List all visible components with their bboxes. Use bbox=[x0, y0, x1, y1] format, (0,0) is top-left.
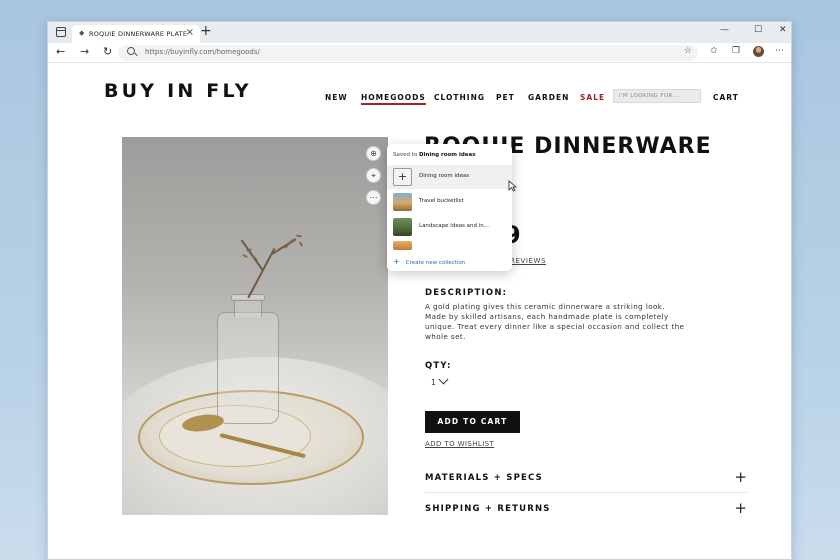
description-text: A gold plating gives this ceramic dinner… bbox=[425, 302, 685, 341]
expand-icon[interactable]: + bbox=[734, 499, 747, 517]
address-bar[interactable]: https://buyinfly.com/homegoods/ ☆ bbox=[118, 45, 698, 61]
back-button[interactable]: ← bbox=[56, 45, 65, 58]
collection-item[interactable]: + Dining room ideas bbox=[387, 165, 512, 189]
leaf bbox=[252, 255, 258, 261]
search-icon bbox=[127, 47, 135, 55]
accordion-materials[interactable]: MATERIALS + SPECS + bbox=[425, 465, 747, 495]
url-text: https://buyinfly.com/homegoods/ bbox=[145, 48, 260, 56]
saved-to-collection: Dining room ideas bbox=[419, 152, 476, 158]
close-tab-icon[interactable]: × bbox=[186, 27, 194, 38]
collection-item[interactable]: Travel bucketlist bbox=[387, 190, 512, 214]
bottle-neck bbox=[234, 299, 262, 317]
mouse-cursor-icon bbox=[508, 180, 517, 192]
collection-label: Landscape ideas and in... bbox=[419, 223, 490, 229]
tab-title: ROQUIE DINNERWARE PLATE bbox=[89, 30, 188, 38]
saved-to-header: Saved to Dining room ideas bbox=[393, 152, 476, 158]
nav-homegoods[interactable]: HOMEGOODS bbox=[361, 93, 426, 105]
refresh-button[interactable]: ↻ bbox=[103, 45, 112, 58]
collections-icon[interactable]: ❐ bbox=[732, 46, 740, 56]
collection-thumbnail bbox=[393, 241, 412, 250]
site-logo[interactable]: BUY IN FLY bbox=[104, 80, 252, 102]
divider bbox=[425, 492, 747, 493]
accordion-label: MATERIALS + SPECS bbox=[425, 473, 543, 483]
add-to-cart-button[interactable]: ADD TO CART bbox=[425, 411, 520, 433]
nav-sale[interactable]: SALE bbox=[580, 93, 605, 102]
browser-window: ◆ ROQUIE DINNERWARE PLATE × + — ☐ ✕ ← → … bbox=[47, 21, 792, 560]
add-icon: + bbox=[393, 168, 412, 186]
collection-label: Travel bucketlist bbox=[419, 198, 464, 204]
nav-pet[interactable]: PET bbox=[496, 93, 515, 102]
minimize-button[interactable]: — bbox=[720, 25, 729, 35]
site-search-placeholder: I'M LOOKING FOR... bbox=[619, 93, 680, 99]
create-collection-button[interactable]: + Create new collection bbox=[393, 257, 465, 266]
description-heading: DESCRIPTION: bbox=[425, 288, 508, 298]
plus-icon: + bbox=[393, 257, 400, 266]
leaf bbox=[298, 240, 304, 248]
leaf bbox=[295, 234, 303, 238]
create-collection-label: Create new collection bbox=[405, 260, 466, 266]
collections-popup: Saved to Dining room ideas + Dining room… bbox=[387, 144, 512, 271]
collection-label: Dining room ideas bbox=[419, 173, 470, 179]
qty-heading: QTY: bbox=[425, 361, 452, 371]
nav-new[interactable]: NEW bbox=[325, 93, 348, 102]
save-to-collection-icon[interactable]: ⊕ bbox=[366, 146, 381, 161]
nav-garden[interactable]: GARDEN bbox=[528, 93, 569, 102]
browser-tab[interactable]: ◆ ROQUIE DINNERWARE PLATE × bbox=[72, 25, 200, 43]
profile-avatar[interactable] bbox=[753, 46, 764, 57]
favorites-icon[interactable]: ✩ bbox=[710, 46, 718, 56]
tab-actions-icon[interactable] bbox=[56, 27, 66, 37]
chevron-down-icon[interactable] bbox=[438, 374, 449, 385]
new-tab-button[interactable]: + bbox=[200, 23, 212, 39]
nav-clothing[interactable]: CLOTHING bbox=[434, 93, 485, 102]
glass-bottle bbox=[217, 312, 279, 424]
reviews-link[interactable]: REVIEWS bbox=[510, 257, 546, 265]
expand-icon[interactable]: + bbox=[734, 468, 747, 486]
nav-cart[interactable]: CART bbox=[713, 93, 739, 102]
accordion-label: SHIPPING + RETURNS bbox=[425, 504, 551, 514]
browser-toolbar: ← → ↻ https://buyinfly.com/homegoods/ ☆ … bbox=[48, 43, 791, 63]
qty-select[interactable]: 1 bbox=[431, 378, 436, 387]
site-search-input[interactable]: I'M LOOKING FOR... bbox=[613, 89, 701, 103]
leaf bbox=[241, 253, 249, 259]
add-to-wishlist-link[interactable]: ADD TO WISHLIST bbox=[425, 440, 494, 448]
collection-thumbnail bbox=[393, 218, 412, 236]
accordion-shipping[interactable]: SHIPPING + RETURNS + bbox=[425, 496, 747, 526]
favicon-icon: ◆ bbox=[79, 29, 85, 37]
add-favorite-icon[interactable]: ☆ bbox=[684, 46, 692, 56]
collection-thumbnail bbox=[393, 193, 412, 211]
more-options-icon[interactable]: ⋯ bbox=[366, 190, 381, 205]
forward-button[interactable]: → bbox=[80, 45, 89, 58]
maximize-button[interactable]: ☐ bbox=[754, 25, 762, 35]
collection-item[interactable]: Landscape ideas and in... bbox=[387, 215, 512, 239]
product-image[interactable] bbox=[122, 137, 388, 515]
visual-search-icon[interactable]: ⌖ bbox=[366, 168, 381, 183]
tab-strip: ◆ ROQUIE DINNERWARE PLATE × + — ☐ ✕ bbox=[48, 22, 791, 43]
close-window-button[interactable]: ✕ bbox=[779, 25, 787, 35]
saved-to-prefix: Saved to bbox=[393, 152, 418, 158]
more-menu-icon[interactable]: ⋯ bbox=[775, 46, 784, 56]
